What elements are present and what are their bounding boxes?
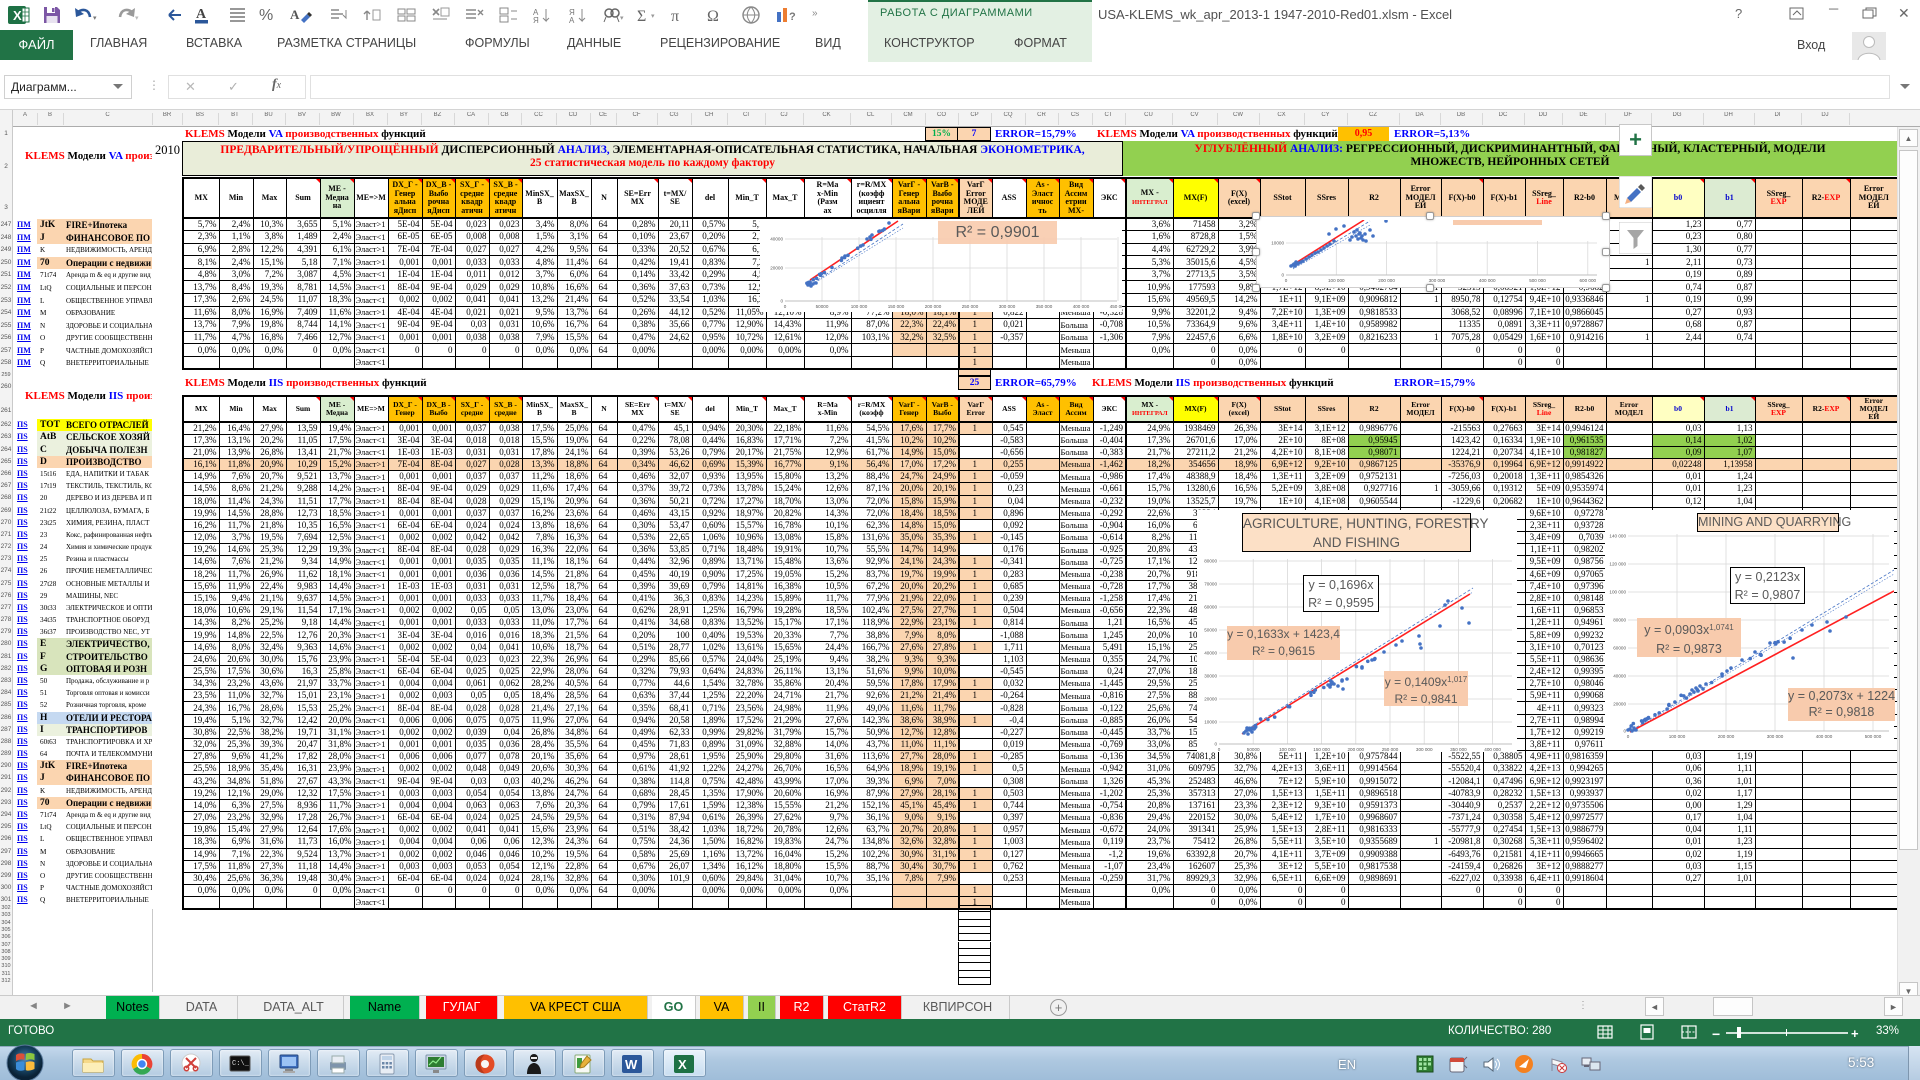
svg-text:10000: 10000 [1204, 720, 1217, 725]
svg-text:80000: 80000 [1204, 559, 1217, 564]
svg-text:▾: ▾ [620, 15, 624, 22]
svg-text:80000: 80000 [1613, 618, 1626, 623]
svg-text:100 000: 100 000 [1609, 590, 1626, 595]
svg-text:0: 0 [1281, 273, 1284, 278]
svg-text:%: % [259, 7, 273, 24]
svg-text:250 000: 250 000 [962, 304, 979, 309]
svg-text:400 000: 400 000 [1479, 278, 1496, 283]
svg-text:20000: 20000 [1204, 697, 1217, 702]
svg-text:50000: 50000 [1247, 747, 1260, 752]
svg-text:W: W [625, 1057, 638, 1072]
svg-text:X: X [678, 1057, 687, 1072]
svg-text:600 000: 600 000 [1579, 278, 1596, 283]
svg-text:0: 0 [1623, 729, 1626, 734]
svg-text:200 000: 200 000 [1378, 278, 1395, 283]
svg-text:0: 0 [1218, 747, 1221, 752]
svg-text:40000: 40000 [1204, 651, 1217, 656]
svg-text:300 000: 300 000 [1767, 734, 1784, 739]
svg-text:20000: 20000 [1613, 702, 1626, 707]
svg-text:π: π [671, 8, 679, 25]
svg-text:▾: ▾ [135, 15, 139, 22]
svg-text:500 000: 500 000 [1865, 734, 1882, 739]
svg-text:400 000: 400 000 [1073, 304, 1090, 309]
svg-text:350 000: 350 000 [1450, 747, 1467, 752]
svg-text:300 000: 300 000 [1416, 747, 1433, 752]
svg-text:60000: 60000 [1613, 646, 1626, 651]
svg-text:C:\_: C:\_ [232, 1060, 250, 1068]
svg-text:A: A [196, 7, 207, 22]
svg-text:500 000: 500 000 [1529, 278, 1546, 283]
svg-text:20000: 20000 [770, 266, 783, 271]
svg-text:0: 0 [1627, 734, 1630, 739]
svg-text:Σ: Σ [637, 8, 646, 25]
svg-text:Ω: Ω [707, 8, 719, 25]
svg-text:60000: 60000 [1204, 605, 1217, 610]
svg-text:50000: 50000 [816, 304, 829, 309]
svg-text:150 000: 150 000 [888, 304, 905, 309]
svg-text:40000: 40000 [770, 237, 783, 242]
svg-text:400 000: 400 000 [1816, 734, 1833, 739]
svg-text:40000: 40000 [1613, 674, 1626, 679]
svg-text:200 000: 200 000 [925, 304, 942, 309]
svg-text:100 000: 100 000 [851, 304, 868, 309]
svg-text:?: ? [789, 11, 796, 23]
svg-text:30000: 30000 [1204, 674, 1217, 679]
svg-text:10000: 10000 [1271, 241, 1284, 246]
svg-text:200 000: 200 000 [1718, 734, 1735, 739]
svg-text:X: X [13, 8, 22, 23]
svg-text:300 000: 300 000 [1429, 278, 1446, 283]
svg-text:0: 0 [780, 299, 783, 304]
svg-text:350 000: 350 000 [1036, 304, 1053, 309]
svg-text:100 000: 100 000 [1328, 278, 1345, 283]
svg-text:70000: 70000 [1204, 582, 1217, 587]
svg-text:Я: Я [533, 16, 539, 25]
svg-text:200 000: 200 000 [1347, 747, 1364, 752]
svg-text:120 000: 120 000 [1609, 562, 1626, 567]
svg-text:300 000: 300 000 [999, 304, 1016, 309]
svg-text:50000: 50000 [1204, 628, 1217, 633]
svg-text:0: 0 [784, 304, 787, 309]
svg-text:450 000: 450 000 [1110, 304, 1122, 309]
svg-text:250 000: 250 000 [1382, 747, 1399, 752]
svg-text:0: 0 [1214, 742, 1217, 747]
svg-text:А: А [569, 16, 575, 25]
svg-text:A: A [290, 7, 300, 22]
svg-text:▾: ▾ [651, 13, 655, 20]
svg-text:0: 0 [1285, 278, 1288, 283]
svg-text:▾: ▾ [93, 15, 97, 22]
svg-text:400 000: 400 000 [1484, 747, 1501, 752]
svg-text:100 000: 100 000 [1279, 747, 1296, 752]
svg-text:140 000: 140 000 [1609, 534, 1626, 539]
svg-text:100 000: 100 000 [1669, 734, 1686, 739]
svg-text:150 000: 150 000 [1313, 747, 1330, 752]
